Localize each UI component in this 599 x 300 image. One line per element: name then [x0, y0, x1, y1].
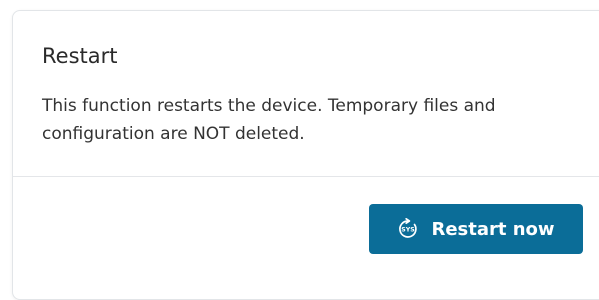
- card-description: This function restarts the device. Tempo…: [42, 96, 496, 144]
- restart-sys-icon: SYS: [397, 217, 419, 240]
- restart-card: Restart This function restarts the devic…: [12, 10, 599, 300]
- restart-now-button[interactable]: SYS Restart now: [369, 204, 583, 254]
- restart-sys-icon-text: SYS: [402, 227, 415, 234]
- card-title: Restart: [42, 44, 118, 68]
- card-divider: [13, 176, 599, 177]
- restart-now-label: Restart now: [431, 218, 555, 240]
